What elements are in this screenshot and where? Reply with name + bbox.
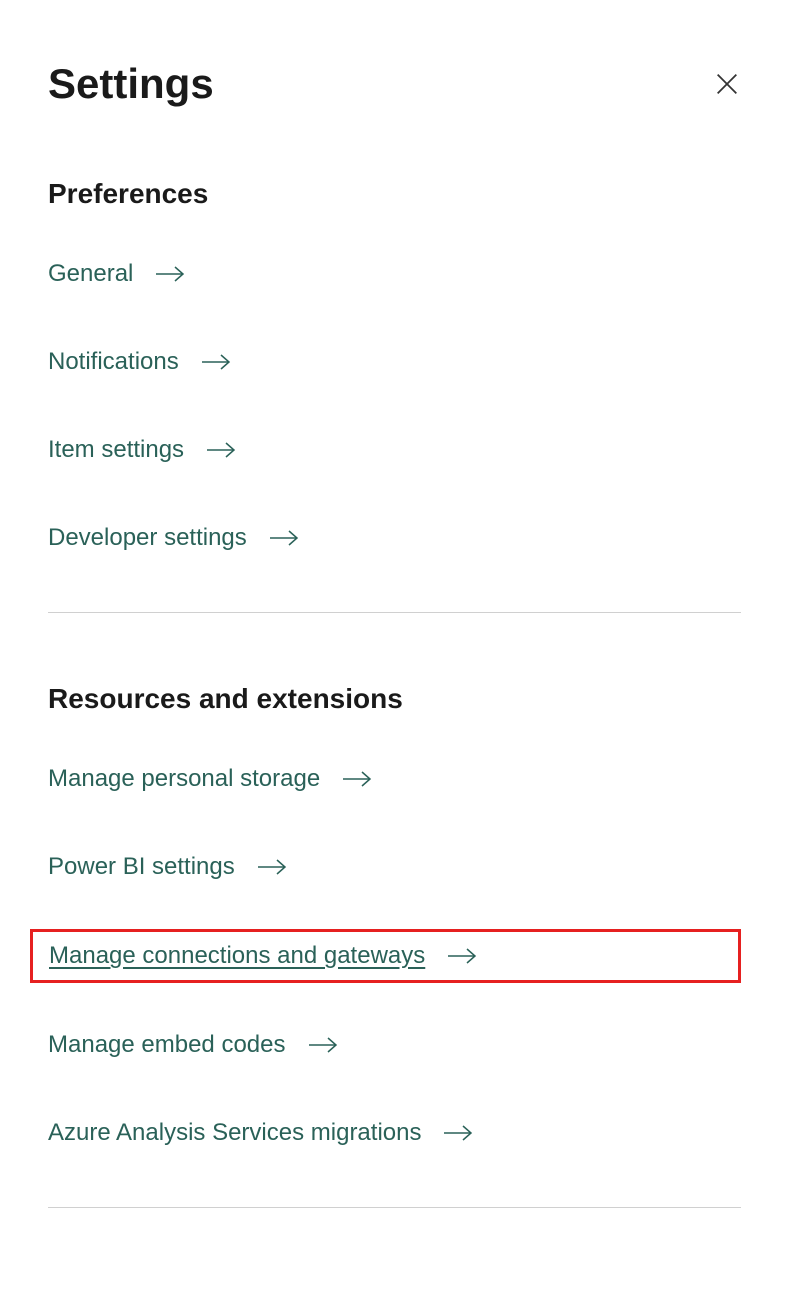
highlighted-box: Manage connections and gateways: [30, 929, 741, 983]
section-divider: [48, 1207, 741, 1208]
arrow-right-icon: [155, 264, 185, 284]
link-label: Manage personal storage: [48, 765, 320, 793]
page-title: Settings: [48, 60, 214, 108]
link-label: Developer settings: [48, 524, 247, 552]
arrow-right-icon: [308, 1035, 338, 1055]
link-label: Power BI settings: [48, 853, 235, 881]
arrow-right-icon: [206, 440, 236, 460]
arrow-right-icon: [269, 528, 299, 548]
close-icon[interactable]: [713, 70, 741, 98]
link-general[interactable]: General: [48, 260, 185, 288]
link-label: Manage connections and gateways: [49, 942, 425, 970]
settings-header: Settings: [48, 60, 741, 108]
section-heading-resources: Resources and extensions: [48, 683, 741, 715]
arrow-right-icon: [201, 352, 231, 372]
link-developer-settings[interactable]: Developer settings: [48, 524, 299, 552]
arrow-right-icon: [257, 857, 287, 877]
link-manage-embed-codes[interactable]: Manage embed codes: [48, 1031, 338, 1059]
link-notifications[interactable]: Notifications: [48, 348, 231, 376]
arrow-right-icon: [447, 946, 477, 966]
link-manage-connections-gateways[interactable]: Manage connections and gateways: [49, 942, 477, 970]
arrow-right-icon: [443, 1123, 473, 1143]
link-label: General: [48, 260, 133, 288]
link-azure-analysis-services-migrations[interactable]: Azure Analysis Services migrations: [48, 1119, 473, 1147]
section-divider: [48, 612, 741, 613]
link-power-bi-settings[interactable]: Power BI settings: [48, 853, 287, 881]
section-heading-preferences: Preferences: [48, 178, 741, 210]
link-label: Item settings: [48, 436, 184, 464]
arrow-right-icon: [342, 769, 372, 789]
link-item-settings[interactable]: Item settings: [48, 436, 236, 464]
link-label: Manage embed codes: [48, 1031, 286, 1059]
link-label: Notifications: [48, 348, 179, 376]
link-label: Azure Analysis Services migrations: [48, 1119, 421, 1147]
link-manage-personal-storage[interactable]: Manage personal storage: [48, 765, 372, 793]
